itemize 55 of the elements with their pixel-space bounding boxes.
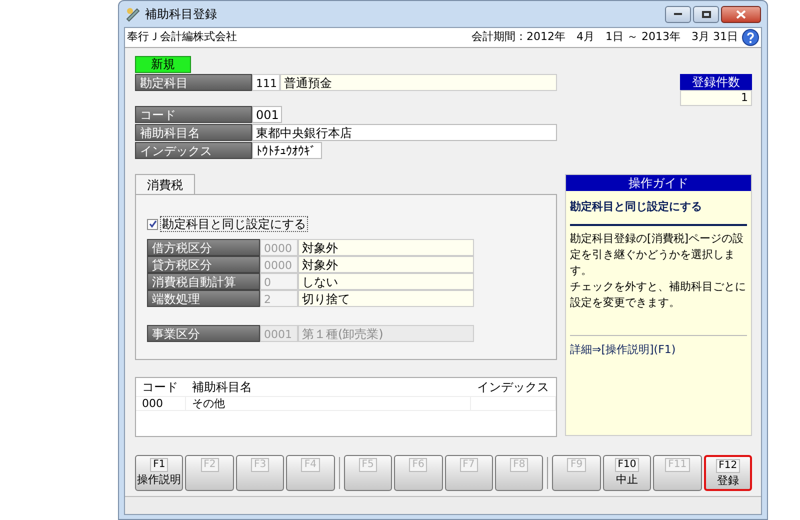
- tax-value: 切り捨て: [298, 290, 474, 307]
- field-label: コード: [135, 106, 252, 123]
- guide-heading: 勘定科目と同じ設定にする: [570, 199, 747, 226]
- field-label: 貸方税区分: [147, 256, 260, 273]
- close-button[interactable]: [721, 6, 761, 22]
- close-icon: [736, 10, 746, 18]
- field-label: 端数処理: [147, 290, 260, 307]
- tax-code: 0001: [260, 325, 298, 342]
- checkbox-label[interactable]: 勘定科目と同じ設定にする: [160, 216, 308, 232]
- account-code: 111: [252, 74, 280, 91]
- tax-code: 0: [260, 273, 298, 290]
- function-key-button[interactable]: F12 登録: [704, 455, 752, 491]
- fiscal-period: 会計期間：2012年 4月 1日 ～ 2013年 3月 31日: [472, 29, 738, 46]
- field-label: 借方税区分: [147, 239, 260, 256]
- tax-code: 0000: [260, 256, 298, 273]
- tax-value: 対象外: [298, 239, 474, 256]
- check-icon: [148, 220, 156, 228]
- mode-badge: 新規: [135, 56, 191, 73]
- window-title: 補助科目登録: [145, 6, 217, 23]
- maximize-button[interactable]: [693, 6, 719, 22]
- field-label: インデックス: [135, 142, 252, 159]
- tab[interactable]: 消費税: [135, 174, 195, 194]
- field-label: 事業区分: [147, 325, 260, 342]
- field-value[interactable]: 001: [252, 106, 282, 123]
- tax-value: 第１種(卸売業): [298, 325, 474, 342]
- guide-text: チェックを外すと、補助科目ごとに設定を変更できます。: [570, 278, 747, 310]
- field-value[interactable]: 東都中央銀行本店: [252, 124, 557, 141]
- function-key-button[interactable]: F1 操作説明: [135, 455, 184, 491]
- help-icon[interactable]: [742, 29, 759, 46]
- column-header: コード: [141, 379, 179, 396]
- checkbox[interactable]: [147, 218, 158, 230]
- count-header: 登録件数: [680, 74, 752, 90]
- minimize-icon: [674, 13, 682, 15]
- table-cell: 000: [136, 397, 186, 410]
- account-name: 普通預金: [280, 74, 557, 91]
- tax-code: 0000: [260, 239, 298, 256]
- function-key-button[interactable]: F10 中止: [602, 455, 652, 491]
- company-name: 奉行Ｊ会計編株式会社: [127, 29, 237, 46]
- field-label: 勘定科目: [135, 74, 252, 91]
- minimize-button[interactable]: [665, 6, 691, 22]
- tax-value: 対象外: [298, 256, 474, 273]
- tax-value: しない: [298, 273, 474, 290]
- field-value[interactable]: ﾄｳﾄﾁｭｳｵｳｷﾞ: [252, 142, 322, 159]
- column-header: インデックス: [476, 379, 550, 396]
- count-value: 1: [680, 90, 752, 106]
- app-icon: [125, 6, 141, 22]
- column-header: 補助科目名: [191, 379, 253, 396]
- guide-title: 操作ガイド: [566, 175, 751, 191]
- maximize-icon: [702, 10, 710, 18]
- field-label: 消費税自動計算: [147, 273, 260, 290]
- table-cell: その他: [186, 397, 471, 410]
- tax-code: 2: [260, 290, 298, 307]
- field-label: 補助科目名: [135, 124, 252, 141]
- guide-text: 勘定科目登録の[消費税]ページの設定を引き継ぐかどうかを選択します。: [570, 230, 745, 278]
- guide-link[interactable]: 詳細⇒[操作説明](F1): [570, 342, 747, 358]
